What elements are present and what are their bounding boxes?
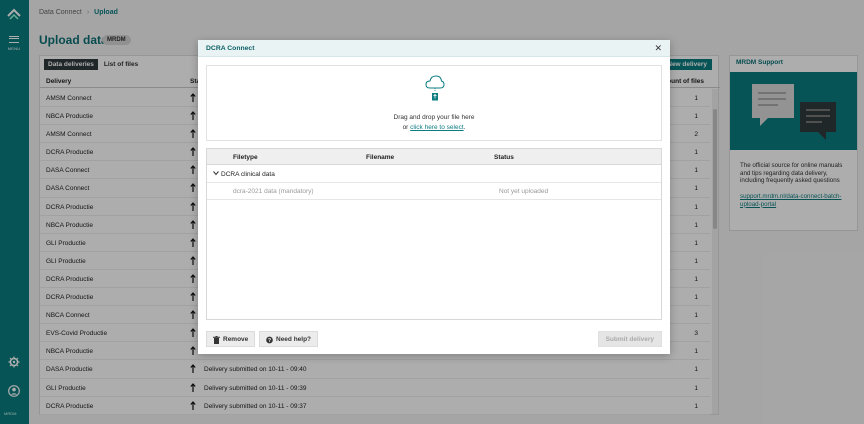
file-table: Filetype Filename Status DCRA clinical d… (206, 148, 662, 320)
file-table-header: Filetype Filename Status (207, 149, 661, 165)
select-file-link[interactable]: click here to select (410, 124, 463, 131)
upload-dialog: DCRA Connect ✕ Drag and drop your file h… (198, 40, 670, 354)
dialog-header: DCRA Connect ✕ (198, 40, 670, 57)
cloud-upload-icon (425, 75, 445, 101)
close-icon[interactable]: ✕ (654, 43, 662, 53)
chevron-down-icon[interactable] (213, 170, 219, 176)
col-filename: Filename (366, 154, 395, 161)
file-group-label: DCRA clinical data (221, 171, 275, 178)
dropzone-select-line: or click here to select. (207, 124, 661, 131)
col-filetype: Filetype (233, 154, 258, 161)
dialog-footer: Remove ? Need help? Submit delivery (206, 331, 662, 347)
file-type: dcra-2021 data (mandatory) (233, 188, 314, 195)
dropzone-instruction: Drag and drop your file here (393, 114, 475, 121)
file-group-row[interactable]: DCRA clinical data (207, 165, 661, 183)
remove-button[interactable]: Remove (206, 331, 256, 347)
file-status: Not yet uploaded (499, 188, 549, 195)
dialog-title: DCRA Connect (206, 45, 255, 52)
dropzone-period: . (463, 124, 466, 131)
file-dropzone[interactable]: Drag and drop your file here or click he… (206, 65, 662, 141)
svg-text:?: ? (268, 338, 271, 344)
col-file-status: Status (494, 154, 514, 161)
file-row: dcra-2021 data (mandatory) Not yet uploa… (207, 183, 661, 200)
submit-delivery-button[interactable]: Submit delivery (597, 331, 662, 347)
remove-label: Remove (223, 336, 249, 343)
question-icon: ? (266, 336, 273, 344)
need-help-label: Need help? (276, 336, 312, 343)
need-help-button[interactable]: ? Need help? (259, 331, 319, 347)
trash-icon (213, 336, 220, 344)
